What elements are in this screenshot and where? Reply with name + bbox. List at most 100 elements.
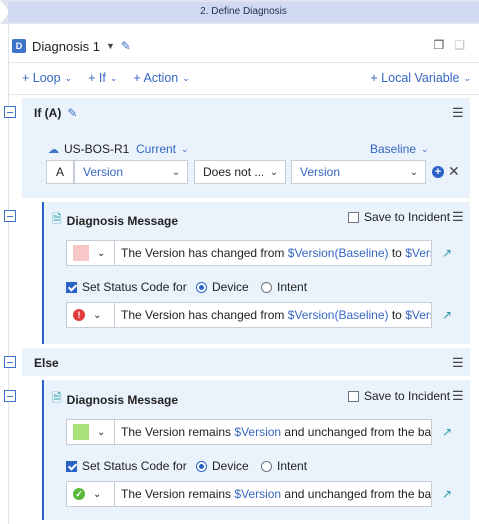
message2-status-row[interactable]: ✓ ⌄ The Version remains $Version and unc…	[66, 481, 432, 507]
edit-icon[interactable]: ✎	[67, 106, 77, 120]
condition-operator-value: Does not ...	[203, 165, 263, 179]
document-icon: 🗎	[52, 391, 62, 405]
color-select[interactable]: ⌄	[67, 420, 115, 444]
message1-text: The Version has changed from $Version(Ba…	[115, 246, 431, 260]
add-local-variable-label: + Local Variable	[370, 71, 460, 85]
intent-radio-label: Intent	[277, 280, 308, 294]
if-title: If (A)	[34, 106, 62, 120]
current-label: Current	[136, 142, 177, 156]
status-code-row: Set Status Code for	[66, 280, 187, 294]
add-if-button[interactable]: + If ⌄	[88, 68, 117, 88]
message2-title-row: 🗎 Diagnosis Message	[52, 389, 178, 410]
message1-status-row[interactable]: ! ⌄ The Version has changed from $Versio…	[66, 302, 432, 328]
add-action-button[interactable]: + Action ⌄	[133, 68, 189, 88]
document-icon: 🗎	[52, 212, 62, 226]
collapse-if-button[interactable]	[4, 106, 16, 118]
toolbar: + Loop ⌄ + If ⌄ + Action ⌄	[22, 68, 190, 88]
device-radio-option[interactable]: Device	[196, 280, 249, 294]
set-status-code-checkbox[interactable]	[66, 281, 77, 293]
copy-icon[interactable]: ❐	[433, 38, 444, 52]
chevron-down-icon: ⌄	[64, 72, 73, 83]
diagnosis-title[interactable]: Diagnosis 1	[32, 39, 100, 54]
message1-title: Diagnosis Message	[66, 213, 179, 228]
open-link-icon[interactable]: ↗	[442, 425, 452, 439]
menu-icon[interactable]: ☰	[452, 105, 464, 121]
add-if-label: + If	[88, 71, 106, 85]
intent-radio[interactable]	[261, 281, 272, 293]
condition-operator-select[interactable]: Does not ... ⌄	[194, 160, 286, 184]
add-action-label: + Action	[133, 71, 179, 85]
message2-title: Diagnosis Message	[66, 392, 179, 407]
chevron-down-icon: ⌄	[269, 166, 279, 178]
open-link-icon[interactable]: ↗	[442, 487, 452, 501]
chevron-down-icon: ⌄	[171, 166, 181, 178]
add-loop-button[interactable]: + Loop ⌄	[22, 68, 72, 88]
message1-status-mid: to	[388, 308, 406, 322]
condition-variable-value: Version	[83, 165, 124, 179]
open-link-icon[interactable]: ↗	[442, 246, 452, 260]
current-dropdown[interactable]: Current ⌄	[136, 142, 189, 156]
diagnosis-badge: D	[12, 39, 26, 53]
chevron-down-icon[interactable]: ▼	[106, 41, 115, 51]
message1-status-text: The Version has changed from $Version(Ba…	[115, 308, 431, 322]
condition-value-select[interactable]: Version ⌄	[291, 160, 426, 184]
add-loop-label: + Loop	[22, 71, 61, 85]
success-icon: ✓	[73, 488, 85, 500]
condition-letter-text: A	[55, 165, 64, 179]
save-to-incident-checkbox[interactable]: Save to Incident	[348, 210, 450, 224]
device-radio[interactable]	[196, 460, 207, 472]
add-condition-icon[interactable]: +	[432, 166, 444, 178]
intent-radio-option[interactable]: Intent	[261, 459, 307, 473]
message2-text-suffix: and unchanged from the baseli	[284, 425, 432, 439]
divider	[8, 94, 479, 95]
remove-condition-icon[interactable]: ✕	[448, 163, 460, 180]
baseline-dropdown[interactable]: Baseline ⌄	[370, 142, 429, 156]
status-icon-select[interactable]: ✓ ⌄	[67, 482, 115, 506]
device-radio-option[interactable]: Device	[196, 459, 249, 473]
chevron-down-icon: ⌄	[463, 72, 471, 83]
paste-icon[interactable]: ❏	[454, 38, 465, 52]
set-status-code-checkbox[interactable]	[66, 460, 77, 472]
message1-text-prefix: The Version has changed from	[121, 246, 288, 260]
status-icon-select[interactable]: ! ⌄	[67, 303, 115, 327]
chevron-down-icon: ⌄	[109, 72, 118, 83]
message1-var2: $Version	[405, 246, 431, 260]
condition-variable-select[interactable]: Version ⌄	[74, 160, 188, 184]
save-to-incident-label: Save to Incident	[364, 389, 451, 403]
message1-text-mid: to	[388, 246, 406, 260]
open-link-icon[interactable]: ↗	[442, 308, 452, 322]
message1-status-prefix: The Version has changed from	[121, 308, 288, 322]
edit-icon[interactable]: ✎	[121, 39, 131, 53]
save-to-incident-checkbox[interactable]: Save to Incident	[348, 389, 450, 403]
save-to-incident-box[interactable]	[348, 211, 359, 223]
color-swatch	[73, 424, 89, 440]
set-status-code-label: Set Status Code for	[82, 459, 187, 473]
message1-title-row: 🗎 Diagnosis Message	[52, 210, 178, 231]
message1-text-row[interactable]: ⌄ The Version has changed from $Version(…	[66, 240, 432, 266]
add-local-variable-button[interactable]: + Local Variable ⌄	[370, 68, 471, 88]
intent-radio[interactable]	[261, 460, 272, 472]
else-title: Else	[34, 356, 59, 370]
set-status-code-label: Set Status Code for	[82, 280, 187, 294]
message1-var1: $Version(Baseline)	[287, 246, 389, 260]
collapse-message2-button[interactable]	[4, 390, 16, 402]
condition-value-value: Version	[300, 165, 341, 179]
device-row: ☁ US-BOS-R1	[48, 142, 129, 156]
message2-status-var1: $Version	[234, 487, 282, 501]
chevron-down-icon: ⌄	[421, 143, 429, 154]
error-icon: !	[73, 309, 85, 321]
menu-icon[interactable]: ☰	[452, 355, 464, 371]
color-select[interactable]	[67, 241, 115, 265]
message2-status-text: The Version remains $Version and unchang…	[115, 487, 431, 501]
intent-radio-label: Intent	[277, 459, 308, 473]
save-to-incident-box[interactable]	[348, 390, 359, 402]
diagnosis-header: D Diagnosis 1 ▼ ✎	[12, 36, 131, 56]
message2-text-row[interactable]: ⌄ The Version remains $Version and uncha…	[66, 419, 432, 445]
menu-icon[interactable]: ☰	[452, 209, 464, 225]
device-radio[interactable]	[196, 281, 207, 293]
menu-icon[interactable]: ☰	[452, 388, 464, 404]
collapse-else-button[interactable]	[4, 356, 16, 368]
collapse-message1-button[interactable]	[4, 210, 16, 222]
else-block	[22, 348, 470, 376]
intent-radio-option[interactable]: Intent	[261, 280, 307, 294]
